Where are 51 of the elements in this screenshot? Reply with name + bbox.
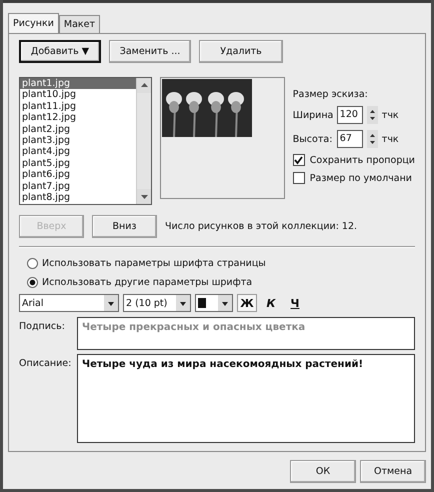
checkbox[interactable] [292,154,305,166]
description-label: Описание: [19,357,72,369]
thumbnail-size-label: Размер эскиза: [292,89,369,100]
number-field[interactable]: 67 [336,130,363,148]
radio-label: Использовать параметры шрифта страницы [42,258,266,269]
bold-button[interactable]: Ж [237,294,257,312]
color-dropdown[interactable] [195,294,233,312]
checkbox-label: Сохранить пропорци [310,154,415,166]
radio-label: Использовать другие параметры шрифта [42,277,252,288]
size-dropdown[interactable]: 2 (10 pt) [123,294,191,312]
field-label: Высота: [292,134,333,144]
file-list-item[interactable]: plant10.jpg [20,89,136,101]
file-list-item[interactable]: plant11.jpg [20,100,136,112]
italic-button[interactable]: К [261,294,281,312]
number-field[interactable]: 120 [336,106,363,124]
font-dropdown[interactable]: Arial [19,294,119,312]
radio-button[interactable] [27,277,38,288]
description-field[interactable]: Четыре чуда из мира насекомоядных растений! [77,354,415,443]
image-count-text: Число рисунков в этой коллекции: 12. [165,221,358,232]
move-down-button[interactable]: Вниз [92,215,157,238]
field-label: Ширина [292,110,333,120]
unit-label: тчк [382,134,399,144]
replace-button[interactable]: Заменить ... [109,40,191,63]
caption-label: Подпись: [19,320,66,332]
file-list-item[interactable]: plant5.jpg [20,158,136,170]
file-list[interactable]: plant1.jpg plant10.jpg plant11.jpg plant12.jpg plant2.jpg plant3.jpg plant4.jpg plant5.jpg plant6.jpg plant7.jpg plant8.jpg [19,77,152,205]
radio-button[interactable] [27,258,38,269]
scrollbar[interactable] [136,78,152,204]
file-list-item[interactable]: plant3.jpg [20,134,136,146]
delete-button[interactable]: Удалить [199,40,283,63]
ok-button[interactable]: ОК [290,460,356,483]
spinner-icon[interactable] [366,106,378,124]
tab[interactable]: Макет [58,15,100,33]
cancel-button[interactable]: Отмена [360,460,426,483]
checkbox[interactable] [292,172,305,184]
color-swatch-icon [198,298,206,308]
underline-button[interactable]: Ч [285,294,305,312]
file-list-item[interactable]: plant1.jpg [20,78,136,90]
file-list-item[interactable]: plant7.jpg [20,180,136,192]
file-list-item[interactable]: plant12.jpg [20,112,136,124]
checkbox-label: Размер по умолчани [310,172,412,184]
spinner-icon[interactable] [366,130,378,148]
file-list-item[interactable]: plant8.jpg [20,192,136,204]
scroll-down-icon[interactable] [137,189,152,204]
file-list-item[interactable]: plant4.jpg [20,146,136,158]
scroll-up-icon[interactable] [137,78,152,93]
file-list-item[interactable]: plant6.jpg [20,169,136,181]
add-button[interactable]: Добавить ▼ [19,40,101,63]
tab[interactable]: Рисунки [8,13,59,33]
unit-label: тчк [382,110,399,120]
file-list-item[interactable]: plant2.jpg [20,124,136,135]
